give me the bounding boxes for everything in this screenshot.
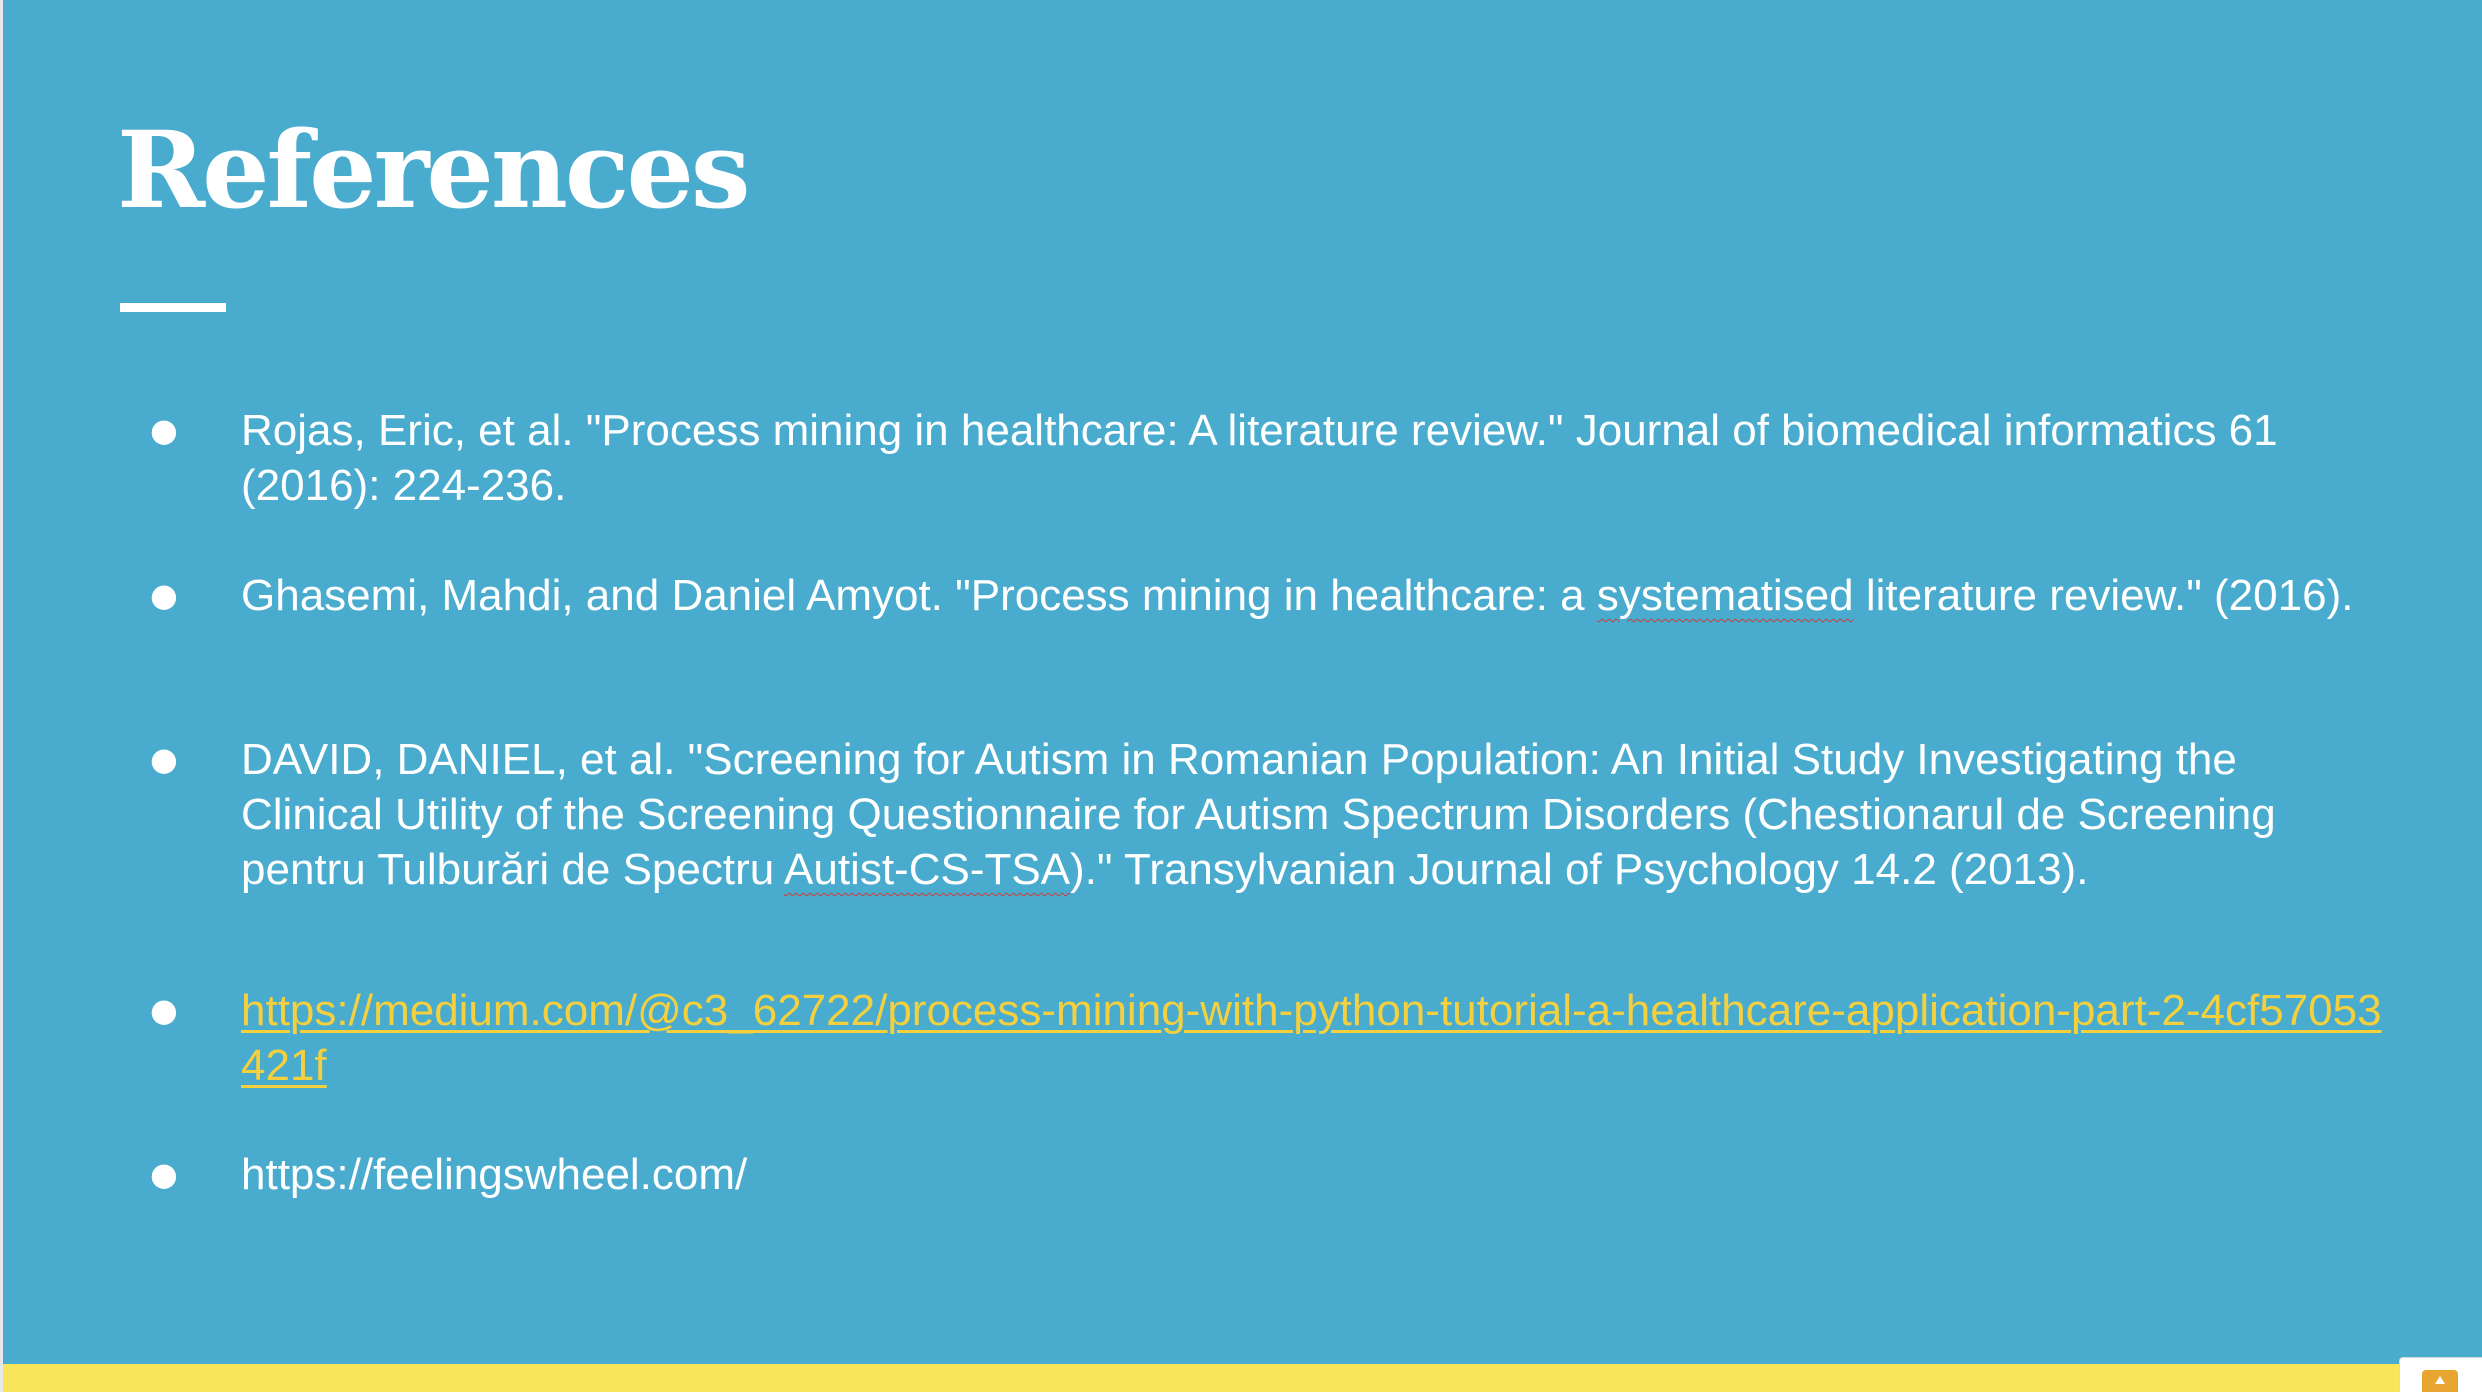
reference-text-part: Ghasemi, Mahdi, and Daniel Amyot. "Proce… (241, 571, 1597, 620)
bullet-icon: ● (150, 576, 178, 614)
reference-item-rojas: ● Rojas, Eric, et al. "Process mining in… (150, 403, 2390, 513)
reference-text: https://feelingswheel.com/ (241, 1150, 748, 1199)
explore-widget[interactable] (2399, 1357, 2482, 1392)
footer-accent-bar (3, 1364, 2403, 1392)
reference-item-medium-link: ● https://medium.com/@c3_62722/process-m… (150, 983, 2390, 1093)
reference-text-part: )." Transylvanian Journal of Psychology … (1070, 845, 2089, 894)
reference-text: https://medium.com/@c3_62722/process-min… (241, 983, 2390, 1093)
reference-text: DAVID, DANIEL, et al. "Screening for Aut… (241, 732, 2390, 897)
reference-item-feelingswheel: ● https://feelingswheel.com/ (150, 1147, 2390, 1202)
bullet-icon: ● (150, 991, 178, 1029)
bullet-icon: ● (150, 411, 178, 449)
medium-article-link[interactable]: https://medium.com/@c3_62722/process-min… (241, 986, 2382, 1090)
slide: References ● Rojas, Eric, et al. "Proces… (0, 0, 2482, 1392)
bullet-icon: ● (150, 1155, 178, 1193)
spellcheck-flagged-word[interactable]: Autist-CS-TSA (784, 845, 1070, 894)
explore-icon[interactable] (2422, 1370, 2458, 1392)
reference-text: Ghasemi, Mahdi, and Daniel Amyot. "Proce… (241, 568, 2390, 623)
reference-text-part: literature review." (2016). (1853, 571, 2354, 620)
references-list: ● Rojas, Eric, et al. "Process mining in… (3, 0, 2482, 1392)
bullet-icon: ● (150, 740, 178, 778)
reference-item-david: ● DAVID, DANIEL, et al. "Screening for A… (150, 732, 2390, 897)
reference-item-ghasemi: ● Ghasemi, Mahdi, and Daniel Amyot. "Pro… (150, 568, 2390, 623)
reference-text: Rojas, Eric, et al. "Process mining in h… (241, 406, 2278, 510)
spellcheck-flagged-word[interactable]: systematised (1597, 571, 1854, 620)
